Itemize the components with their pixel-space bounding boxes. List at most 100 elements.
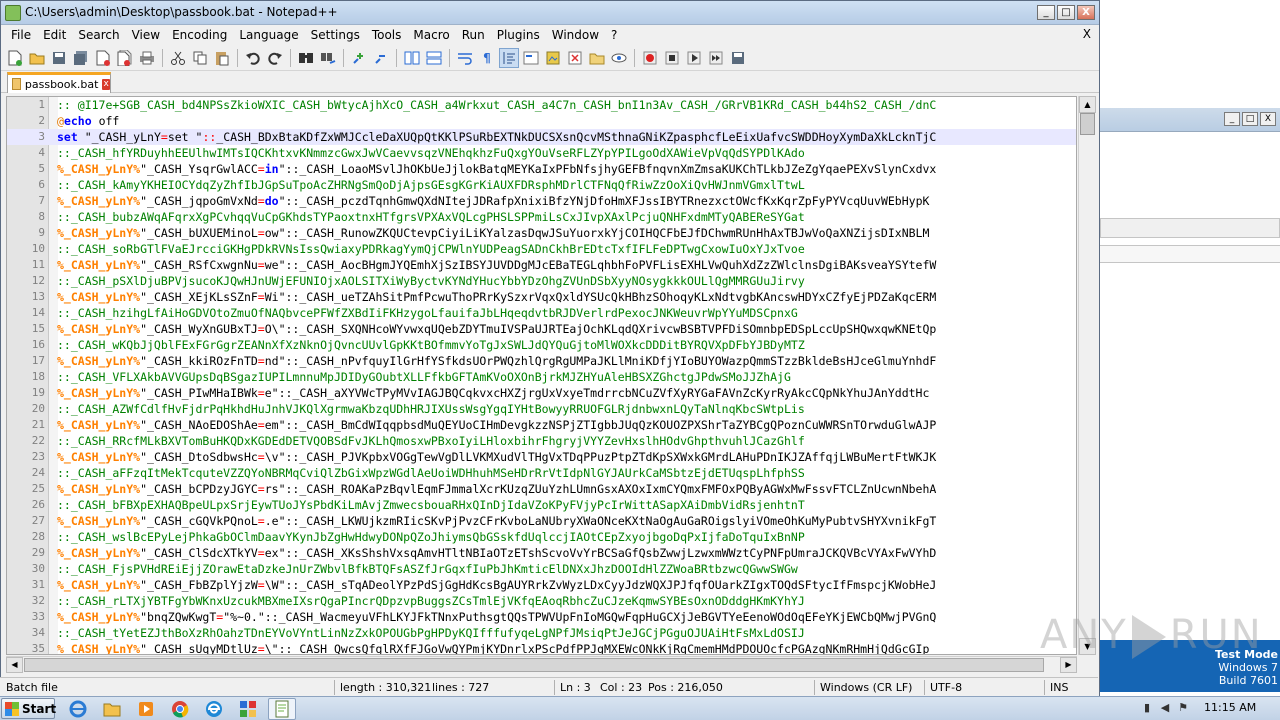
code-line[interactable]: 12::_CASH_pSXlDjuBPVjsucoKJQwHJnUWjEFUNI… <box>7 273 1076 289</box>
titlebar[interactable]: C:\Users\admin\Desktop\passbook.bat - No… <box>1 1 1099 25</box>
menu-run[interactable]: Run <box>456 26 491 44</box>
code-line[interactable]: 9 %_CASH_yLnY%"_CASH_bUXUEMinoL=ow"::_CAS… <box>7 225 1076 241</box>
code-line[interactable]: 15 %_CASH_yLnY%"_CASH_WyXnGUBxTJ=O\"::_CA… <box>7 321 1076 337</box>
macro-play-multiple-icon[interactable] <box>706 48 726 68</box>
background-window-titlebar[interactable]: _ □ X <box>1099 108 1280 132</box>
notepadpp-app-icon[interactable] <box>5 5 21 21</box>
code-line[interactable]: 13 %_CASH_yLnY%"_CASH_XEjKLsSZnF=Wi"::_CA… <box>7 289 1076 305</box>
replace-icon[interactable] <box>318 48 338 68</box>
vertical-scrollbar[interactable]: ▲ ▼ <box>1078 96 1096 655</box>
code-line[interactable]: 31 %_CASH_yLnY%"_CASH_FbBZplYjzW=\W"::_CA… <box>7 577 1076 593</box>
action-center-icon[interactable]: ⚑ <box>1176 701 1190 715</box>
zoom-out-icon[interactable] <box>371 48 391 68</box>
code-line[interactable]: 8::_CASH_bubzAWqAFqrxXgPCvhqqVuCpGKhdsTY… <box>7 209 1076 225</box>
internet-explorer-icon[interactable] <box>64 698 92 720</box>
redo-icon[interactable] <box>265 48 285 68</box>
code-line[interactable]: 7 %_CASH_yLnY%"_CASH_jqpoGmVxNd=do"::_CAS… <box>7 193 1076 209</box>
menu-language[interactable]: Language <box>233 26 304 44</box>
code-line[interactable]: 23 %_CASH_yLnY%"_CASH_DtoSdbwsHc=\v"::_CA… <box>7 449 1076 465</box>
chrome-icon[interactable] <box>166 698 194 720</box>
code-line[interactable]: 27 %_CASH_yLnY%"_CASH_cGQVkPQnoL=.e"::_CA… <box>7 513 1076 529</box>
media-player-icon[interactable] <box>132 698 160 720</box>
edge-icon[interactable] <box>200 698 228 720</box>
background-close-button[interactable]: X <box>1260 112 1276 126</box>
code-line[interactable]: 29 %_CASH_yLnY%"_CASH_ClSdcXTkYV=ex"::_CA… <box>7 545 1076 561</box>
code-line[interactable]: 11 %_CASH_yLnY%"_CASH_RSfCxwgnNu=we"::_CA… <box>7 257 1076 273</box>
menu-macro[interactable]: Macro <box>407 26 455 44</box>
notepadpp-taskbar-icon[interactable] <box>268 698 296 720</box>
file-explorer-icon[interactable] <box>98 698 126 720</box>
start-button[interactable]: Start <box>1 698 56 719</box>
print-icon[interactable] <box>137 48 157 68</box>
menu-settings[interactable]: Settings <box>305 26 366 44</box>
horizontal-scrollbar[interactable]: ◀ ▶ <box>6 656 1077 673</box>
code-line[interactable]: 20::_CASH_AZWfCdlfHvFjdrPqHkhdHuJnhVJKQl… <box>7 401 1076 417</box>
paste-icon[interactable] <box>212 48 232 68</box>
menu-help[interactable]: ? <box>605 26 623 44</box>
code-line[interactable]: 10::_CASH_soRbGTlFVaEJrcciGKHgPDkRVNsIss… <box>7 241 1076 257</box>
app-grid-icon[interactable] <box>234 698 262 720</box>
macro-play-icon[interactable] <box>684 48 704 68</box>
code-line[interactable]: 5 %_CASH_yLnY%"_CASH_YsqrGwlACC=in"::_CAS… <box>7 161 1076 177</box>
code-line[interactable]: 25 %_CASH_yLnY%"_CASH_bCPDzyJGYC=rs"::_CA… <box>7 481 1076 497</box>
status-eol[interactable]: Windows (CR LF) <box>816 680 912 695</box>
sync-horizontal-icon[interactable] <box>424 48 444 68</box>
volume-icon[interactable]: ◀ <box>1158 701 1172 715</box>
vertical-scroll-thumb[interactable] <box>1080 113 1095 135</box>
cut-icon[interactable] <box>168 48 188 68</box>
close-file-icon[interactable] <box>93 48 113 68</box>
background-window[interactable]: _ □ X <box>1098 108 1280 692</box>
close-button[interactable]: X <box>1077 5 1095 20</box>
doc-map-icon[interactable] <box>543 48 563 68</box>
zoom-in-icon[interactable] <box>349 48 369 68</box>
code-line[interactable]: 21 %_CASH_yLnY%"_CASH_NAoEDOShAe=em"::_CA… <box>7 417 1076 433</box>
menu-view[interactable]: View <box>126 26 166 44</box>
code-line[interactable]: 19 %_CASH_yLnY%"_CASH_PIwMHaIBWk=e"::_CAS… <box>7 385 1076 401</box>
scroll-up-icon[interactable]: ▲ <box>1079 96 1096 113</box>
code-line[interactable]: 26::_CASH_bFBXpEXHAQBpeULpxSrjEywTUoJYsP… <box>7 497 1076 513</box>
save-icon[interactable] <box>49 48 69 68</box>
tab-passbook-bat[interactable]: passbook.bat x <box>7 72 111 93</box>
monitoring-icon[interactable] <box>609 48 629 68</box>
function-list-icon[interactable] <box>565 48 585 68</box>
code-line[interactable]: 34::_CASH_tYetEZJthBoXzRhOahzTDnEYVoVYnt… <box>7 625 1076 641</box>
code-line[interactable]: 30::_CASH_FjsPVHdREiEjjZOrawEtaDzkeJnUrZ… <box>7 561 1076 577</box>
code-line[interactable]: 28::_CASH_wslBcEPyLejPhkaGbOClmDaavYKynJ… <box>7 529 1076 545</box>
code-line[interactable]: 3 set "_CASH_yLnY=set "::_CASH_BDxBtaKDfZ… <box>7 129 1076 145</box>
code-line[interactable]: 17 %_CASH_yLnY%"_CASH_kkiROzFnTD=nd"::_CA… <box>7 353 1076 369</box>
close-all-icon[interactable] <box>115 48 135 68</box>
minimize-button[interactable]: _ <box>1037 5 1055 20</box>
status-encoding[interactable]: UTF-8 <box>926 680 962 695</box>
horizontal-scroll-thumb[interactable] <box>24 658 1044 672</box>
menu-search[interactable]: Search <box>72 26 125 44</box>
status-insert-mode[interactable]: INS <box>1046 680 1068 695</box>
code-line[interactable]: 4::_CASH_hfYRDuyhhEEUlhwIMTsIQCKhtxvKNmm… <box>7 145 1076 161</box>
code-line[interactable]: 14::_CASH_hzihgLfAiHoGDVOtoZmuOfNAQbvceP… <box>7 305 1076 321</box>
code-line[interactable]: 2 @echo off <box>7 113 1076 129</box>
new-file-icon[interactable] <box>5 48 25 68</box>
background-maximize-button[interactable]: □ <box>1242 112 1258 126</box>
open-file-icon[interactable] <box>27 48 47 68</box>
code-line[interactable]: 35 %_CASH_yLnY%"_CASH_sUqyMDtlUz=\"::_CAS… <box>7 641 1076 654</box>
indent-guide-icon[interactable] <box>499 47 519 68</box>
code-line[interactable]: 32::_CASH_rLTXjYBTFgYbWKnxUzcukMBXmeIXsr… <box>7 593 1076 609</box>
network-icon[interactable]: ▮ <box>1140 701 1154 715</box>
background-minimize-button[interactable]: _ <box>1224 112 1240 126</box>
word-wrap-icon[interactable] <box>455 48 475 68</box>
copy-icon[interactable] <box>190 48 210 68</box>
undo-icon[interactable] <box>243 48 263 68</box>
user-language-icon[interactable] <box>521 48 541 68</box>
macro-save-icon[interactable] <box>728 48 748 68</box>
taskbar-clock[interactable]: 11:15 AM <box>1204 701 1256 714</box>
close-document-button[interactable]: X <box>1083 27 1091 41</box>
code-line[interactable]: 6::_CASH_kAmyYKHEIOCYdqZyZhfIbJGpSuTpoAc… <box>7 177 1076 193</box>
find-icon[interactable] <box>296 48 316 68</box>
code-line[interactable]: 24::_CASH_aFFzqItMekTcquteVZZQYoNBRMqCvi… <box>7 465 1076 481</box>
menu-edit[interactable]: Edit <box>37 26 72 44</box>
macro-record-icon[interactable] <box>640 48 660 68</box>
sync-vertical-icon[interactable] <box>402 48 422 68</box>
menu-window[interactable]: Window <box>546 26 605 44</box>
save-all-icon[interactable] <box>71 48 91 68</box>
code-line[interactable]: 18::_CASH_VFLXAkbAVVGUpsDqBSgazIUPILmnnu… <box>7 369 1076 385</box>
folder-workspace-icon[interactable] <box>587 48 607 68</box>
